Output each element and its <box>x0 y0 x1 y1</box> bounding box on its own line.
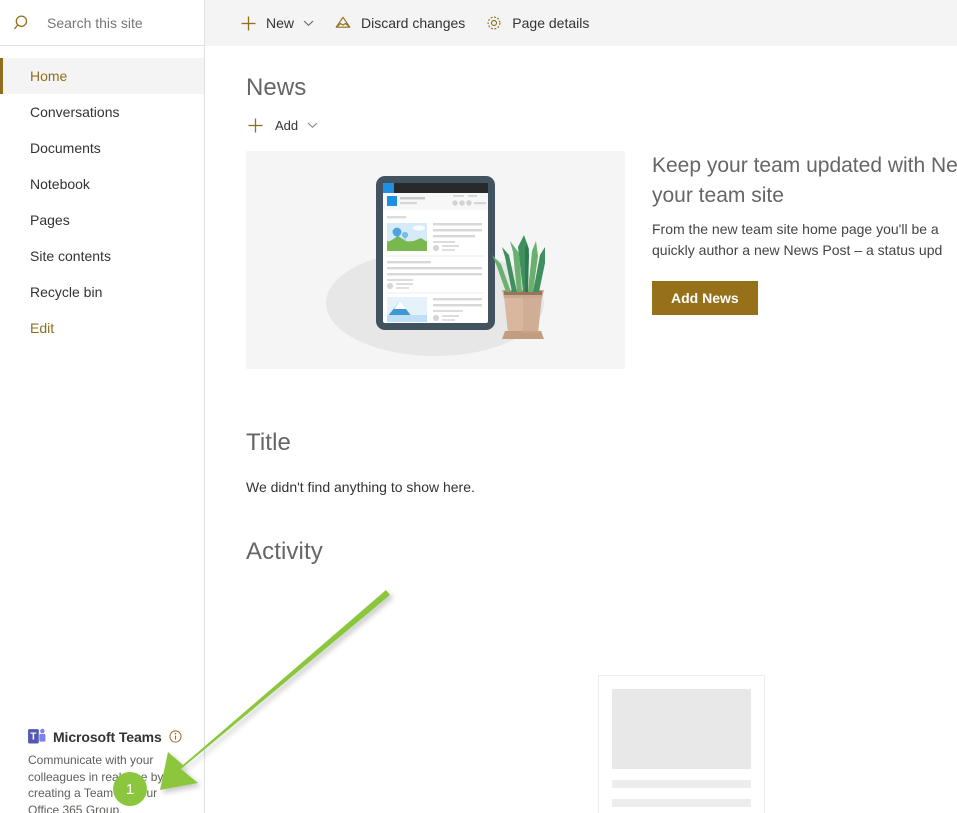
skeleton-line <box>612 780 751 788</box>
plus-icon <box>239 14 257 32</box>
sidebar-item-label: Edit <box>30 320 54 336</box>
tablet-and-plant-illustration <box>246 151 625 369</box>
news-promo-copy: Keep your team updated with New your tea… <box>652 151 957 369</box>
page-canvas: News Add <box>206 46 957 813</box>
title-heading: Title <box>246 429 926 457</box>
sharepoint-team-site-page: New Discard changes <box>0 0 957 813</box>
sidebar-item-home[interactable]: Home <box>0 58 204 94</box>
news-heading: News <box>246 74 957 102</box>
gear-icon <box>485 14 503 32</box>
chevron-down-icon <box>303 19 314 27</box>
news-webpart: News Add <box>246 74 957 369</box>
activity-webpart: Activity <box>246 538 926 566</box>
teams-card-title: Microsoft Teams <box>53 729 162 745</box>
skeleton-image <box>612 689 751 769</box>
activity-skeleton-card <box>598 675 765 813</box>
add-news-link[interactable]: Add <box>246 116 328 134</box>
sidebar-item-label: Pages <box>30 212 70 228</box>
microsoft-teams-card: T Microsoft Teams Communicate with your … <box>0 718 204 813</box>
plus-icon <box>246 116 264 134</box>
sidebar-item-notebook[interactable]: Notebook <box>0 166 204 202</box>
page-details-label: Page details <box>512 15 589 31</box>
new-button-label: New <box>266 15 294 31</box>
page-details-button[interactable]: Page details <box>475 0 599 46</box>
news-promo-body-line1: From the new team site home page you'll … <box>652 221 939 237</box>
sidebar-item-edit[interactable]: Edit <box>0 310 204 346</box>
info-icon[interactable] <box>169 730 182 743</box>
add-news-button[interactable]: Add News <box>652 281 758 315</box>
sidebar-item-recycle-bin[interactable]: Recycle bin <box>0 274 204 310</box>
search-input[interactable] <box>47 15 197 31</box>
sidebar-item-label: Documents <box>30 140 101 156</box>
sidebar-item-site-contents[interactable]: Site contents <box>0 238 204 274</box>
svg-text:T: T <box>30 732 36 743</box>
microsoft-teams-icon: T <box>28 728 46 745</box>
title-empty-message: We didn't find anything to show here. <box>246 479 926 495</box>
news-promo-heading-line1: Keep your team updated with New <box>652 154 957 177</box>
site-navigation: Home Conversations Documents Notebook Pa… <box>0 46 205 813</box>
title-webpart: Title We didn't find anything to show he… <box>246 429 926 495</box>
sidebar-item-label: Home <box>30 68 67 84</box>
new-button[interactable]: New <box>229 0 324 46</box>
sidebar-item-pages[interactable]: Pages <box>0 202 204 238</box>
sidebar-item-label: Site contents <box>30 248 111 264</box>
news-promo-heading: Keep your team updated with New your tea… <box>652 151 957 211</box>
add-label: Add <box>275 118 298 133</box>
sidebar-item-documents[interactable]: Documents <box>0 130 204 166</box>
teams-card-header: T Microsoft Teams <box>28 728 190 745</box>
sidebar-item-label: Notebook <box>30 176 90 192</box>
chevron-down-icon <box>307 121 318 129</box>
sidebar-item-conversations[interactable]: Conversations <box>0 94 204 130</box>
site-search-box[interactable] <box>0 0 205 46</box>
news-promo-body: From the new team site home page you'll … <box>652 219 957 261</box>
skeleton-line <box>612 799 751 807</box>
news-promo-heading-line2: your team site <box>652 181 957 211</box>
news-promo-body-line2: quickly author a new News Post – a statu… <box>652 240 957 261</box>
news-empty-state: Keep your team updated with New your tea… <box>246 151 957 369</box>
activity-heading: Activity <box>246 538 926 566</box>
discard-changes-label: Discard changes <box>361 15 465 31</box>
sidebar-item-label: Conversations <box>30 104 120 120</box>
teams-card-description: Communicate with your colleagues in real… <box>28 752 176 813</box>
search-icon <box>13 13 33 33</box>
command-bar: New Discard changes <box>205 0 957 46</box>
sidebar-item-label: Recycle bin <box>30 284 102 300</box>
discard-changes-icon <box>334 14 352 32</box>
discard-changes-button[interactable]: Discard changes <box>324 0 475 46</box>
